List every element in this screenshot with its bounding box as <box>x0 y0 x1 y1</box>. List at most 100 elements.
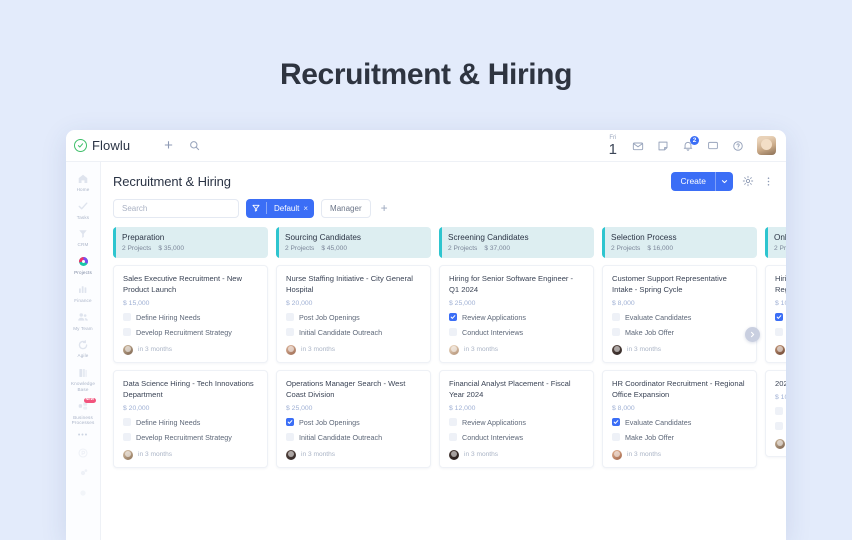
checkbox-unchecked-icon[interactable] <box>286 328 294 336</box>
avatar[interactable] <box>123 345 133 355</box>
avatar[interactable] <box>612 345 622 355</box>
avatar[interactable] <box>775 345 785 355</box>
project-card[interactable]: Nurse Staffing Initiative - City General… <box>276 265 431 363</box>
filter-chip-manager[interactable]: Manager <box>321 199 371 218</box>
card-amount: $ 15,000 <box>123 300 259 307</box>
card-task-row[interactable]: Prepare Onboarding <box>775 313 786 322</box>
card-task-row[interactable]: Post Job Openings <box>286 418 422 427</box>
sidebar-item-extra-2[interactable] <box>66 462 100 482</box>
card-task-row[interactable]: Prepare Onboarding <box>775 407 786 416</box>
checkbox-unchecked-icon[interactable] <box>286 313 294 321</box>
sidebar-item-home[interactable]: Home <box>66 168 100 196</box>
gear-icon[interactable] <box>742 175 754 187</box>
checkbox-unchecked-icon[interactable] <box>123 418 131 426</box>
kanban-board[interactable]: Preparation2 Projects$ 35,000 Sales Execu… <box>101 227 786 540</box>
column-header[interactable]: Onboarding2 Projects <box>765 227 786 258</box>
checkbox-unchecked-icon[interactable] <box>286 433 294 441</box>
search-icon[interactable] <box>189 140 200 151</box>
card-task-row[interactable]: Evaluate Candidates <box>612 313 748 322</box>
close-icon[interactable]: × <box>303 204 308 213</box>
checkbox-checked-icon[interactable] <box>775 313 783 321</box>
search-input[interactable]: Search <box>113 199 239 218</box>
checkbox-unchecked-icon[interactable] <box>775 422 783 430</box>
sidebar-item-tasks[interactable]: Tasks <box>66 196 100 224</box>
project-card[interactable]: Operations Manager Search - West Coast D… <box>276 370 431 468</box>
scroll-next-button[interactable] <box>745 327 760 342</box>
checkbox-unchecked-icon[interactable] <box>775 407 783 415</box>
card-task-row[interactable]: Post Job Openings <box>286 313 422 322</box>
help-icon[interactable] <box>732 140 744 152</box>
avatar[interactable] <box>449 450 459 460</box>
avatar[interactable] <box>612 450 622 460</box>
card-task-row[interactable]: Review Applications <box>449 313 585 322</box>
sidebar-more-dots[interactable]: ••• <box>66 429 100 442</box>
column-header[interactable]: Preparation2 Projects$ 35,000 <box>113 227 268 258</box>
kebab-menu-icon[interactable] <box>763 176 774 187</box>
sidebar-item-business-processes[interactable]: NEW Business Processes <box>66 396 100 429</box>
card-task-row[interactable]: Complete Paperwork <box>775 328 786 337</box>
brand-logo[interactable]: Flowlu <box>74 138 130 153</box>
checkbox-checked-icon[interactable] <box>612 418 620 426</box>
chat-icon[interactable] <box>707 140 719 152</box>
checkbox-unchecked-icon[interactable] <box>775 328 783 336</box>
project-card[interactable]: 2024 Graduate Program Intake$ 10,000Prep… <box>765 370 786 457</box>
filter-chip-default[interactable]: Default × <box>246 199 314 218</box>
column-header[interactable]: Selection Process2 Projects$ 16,000 <box>602 227 757 258</box>
card-task-row[interactable]: Initial Candidate Outreach <box>286 433 422 442</box>
sidebar-item-finance[interactable]: Finance <box>66 279 100 307</box>
card-task-row[interactable]: Complete Paperwork <box>775 422 786 431</box>
add-filter-button[interactable]: + <box>378 202 391 214</box>
project-card[interactable]: Customer Support Representative Intake -… <box>602 265 757 363</box>
sidebar-item-extra-3[interactable] <box>66 482 100 502</box>
sidebar-item-agile[interactable]: Agile <box>66 334 100 362</box>
checkbox-checked-icon[interactable] <box>286 418 294 426</box>
project-card[interactable]: Hiring for Senior Software Engineer - Q1… <box>439 265 594 363</box>
project-card[interactable]: HR Coordinator Recruitment - Regional Of… <box>602 370 757 468</box>
card-task-row[interactable]: Evaluate Candidates <box>612 418 748 427</box>
checkbox-unchecked-icon[interactable] <box>123 433 131 441</box>
project-card[interactable]: Hiring Manager Recruitment - North Regio… <box>765 265 786 363</box>
card-task-row[interactable]: Develop Recruitment Strategy <box>123 328 259 337</box>
project-card[interactable]: Sales Executive Recruitment - New Produc… <box>113 265 268 363</box>
sidebar-item-projects[interactable]: Projects <box>66 251 100 279</box>
bell-icon[interactable]: 2 <box>682 140 694 152</box>
avatar[interactable] <box>775 439 785 449</box>
checkbox-unchecked-icon[interactable] <box>612 313 620 321</box>
card-task-row[interactable]: Make Job Offer <box>612 433 748 442</box>
add-icon[interactable]: + <box>164 137 173 154</box>
note-icon[interactable] <box>657 140 669 152</box>
column-header[interactable]: Sourcing Candidates2 Projects$ 45,000 <box>276 227 431 258</box>
checkbox-unchecked-icon[interactable] <box>449 328 457 336</box>
card-task-row[interactable]: Initial Candidate Outreach <box>286 328 422 337</box>
chevron-down-icon[interactable] <box>715 172 733 191</box>
card-task-row[interactable]: Develop Recruitment Strategy <box>123 433 259 442</box>
card-task-row[interactable]: Conduct Interviews <box>449 328 585 337</box>
checkbox-unchecked-icon[interactable] <box>449 433 457 441</box>
sidebar-item-knowledge-base[interactable]: Knowledge Base <box>66 362 100 395</box>
project-card[interactable]: Financial Analyst Placement - Fiscal Yea… <box>439 370 594 468</box>
sidebar-item-crm[interactable]: CRM <box>66 223 100 251</box>
checkbox-unchecked-icon[interactable] <box>123 313 131 321</box>
date-widget[interactable]: Fri 1 <box>609 135 617 157</box>
avatar[interactable] <box>123 450 133 460</box>
card-task-row[interactable]: Conduct Interviews <box>449 433 585 442</box>
checkbox-checked-icon[interactable] <box>449 313 457 321</box>
column-header[interactable]: Screening Candidates2 Projects$ 37,000 <box>439 227 594 258</box>
sidebar-item-my-team[interactable]: My Team <box>66 307 100 335</box>
checkbox-unchecked-icon[interactable] <box>123 328 131 336</box>
sidebar-item-extra-1[interactable] <box>66 442 100 462</box>
card-task-row[interactable]: Make Job Offer <box>612 328 748 337</box>
card-task-row[interactable]: Define Hiring Needs <box>123 418 259 427</box>
card-task-row[interactable]: Define Hiring Needs <box>123 313 259 322</box>
checkbox-unchecked-icon[interactable] <box>612 433 620 441</box>
create-button[interactable]: Create <box>671 172 733 191</box>
avatar[interactable] <box>449 345 459 355</box>
avatar[interactable] <box>757 136 776 155</box>
avatar[interactable] <box>286 345 296 355</box>
mail-icon[interactable] <box>632 140 644 152</box>
avatar[interactable] <box>286 450 296 460</box>
project-card[interactable]: Data Science Hiring - Tech Innovations D… <box>113 370 268 468</box>
card-task-row[interactable]: Review Applications <box>449 418 585 427</box>
checkbox-unchecked-icon[interactable] <box>449 418 457 426</box>
checkbox-unchecked-icon[interactable] <box>612 328 620 336</box>
